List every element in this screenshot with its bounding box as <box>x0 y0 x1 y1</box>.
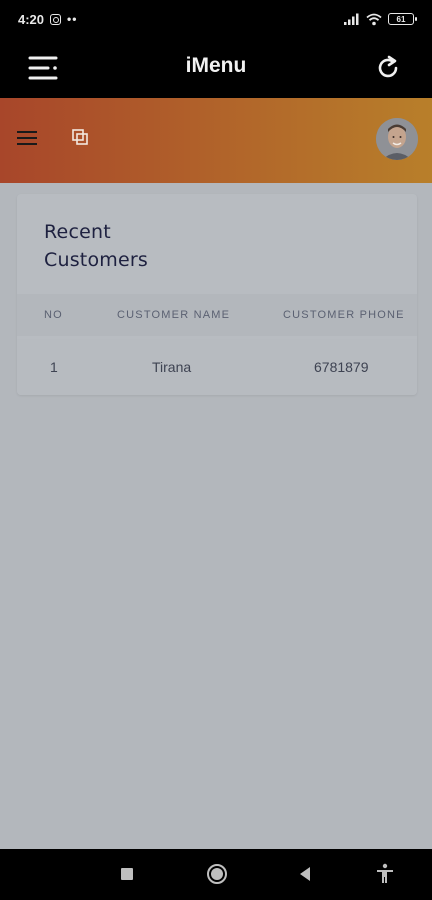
notification-dots: •• <box>67 12 78 26</box>
signal-icon <box>344 13 359 25</box>
windows-icon[interactable] <box>70 127 90 147</box>
card-title: Recent Customers <box>44 221 148 271</box>
refresh-icon[interactable] <box>374 54 402 82</box>
table-row[interactable]: 1 Tirana 6781879 <box>17 339 417 395</box>
square-icon[interactable] <box>115 862 139 886</box>
navigation-bar <box>0 849 432 900</box>
hamburger-icon[interactable] <box>16 128 38 148</box>
dashboard-header <box>0 98 432 183</box>
cell-customer-name: Tirana <box>152 359 192 375</box>
accessibility-icon[interactable] <box>373 862 397 886</box>
app-bar: iMenu <box>0 38 432 98</box>
column-no: NO <box>44 309 63 321</box>
cell-customer-phone: 6781879 <box>314 359 369 375</box>
battery-icon: 61 <box>388 13 417 25</box>
app-title: iMenu <box>185 54 247 77</box>
column-customer-name: CUSTOMER NAME <box>117 309 231 321</box>
battery-level: 61 <box>396 14 406 24</box>
instagram-icon <box>50 13 62 25</box>
avatar-face-icon <box>376 118 418 160</box>
user-avatar[interactable] <box>376 118 418 160</box>
circle-icon[interactable] <box>205 862 229 886</box>
column-customer-phone: CUSTOMER PHONE <box>283 309 405 321</box>
triangle-back-icon[interactable] <box>293 862 317 886</box>
wifi-icon <box>366 13 382 25</box>
recent-customers-card: Recent Customers NO CUSTOMER NAME CUSTOM… <box>17 194 417 395</box>
cell-no: 1 <box>50 359 58 375</box>
status-bar: 4:20 •• 61 <box>0 0 432 38</box>
status-time: 4:20 <box>18 11 45 27</box>
status-left: 4:20 •• <box>18 12 77 27</box>
status-right: 61 <box>344 13 417 26</box>
table-header: NO CUSTOMER NAME CUSTOMER PHONE <box>17 294 417 336</box>
